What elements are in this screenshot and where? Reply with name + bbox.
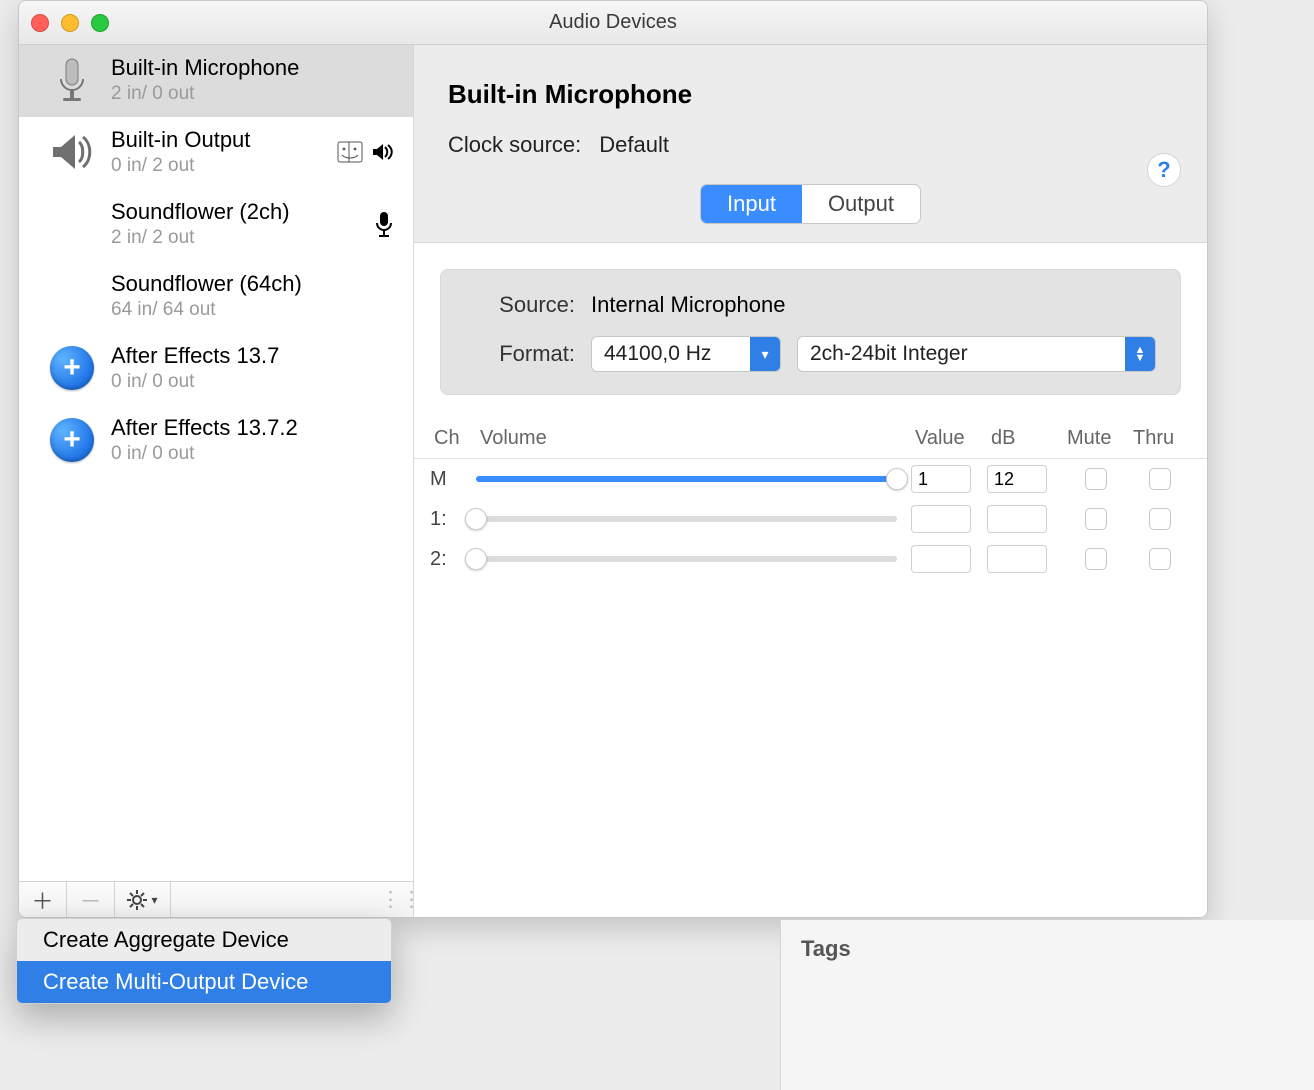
menu-create-aggregate[interactable]: Create Aggregate Device <box>17 919 391 961</box>
device-item-soundflower-2ch[interactable]: Soundflower (2ch) 2 in/ 2 out <box>19 189 413 261</box>
microphone-icon <box>47 55 97 105</box>
device-item-soundflower-64ch[interactable]: Soundflower (64ch) 64 in/ 64 out <box>19 261 413 333</box>
device-sidebar: Built-in Microphone 2 in/ 0 out Built-in… <box>19 45 414 917</box>
device-io: 0 in/ 0 out <box>111 443 399 465</box>
device-item-built-in-output[interactable]: Built-in Output 0 in/ 2 out <box>19 117 413 189</box>
chevron-down-icon: ▾ <box>151 893 157 907</box>
device-name: After Effects 13.7 <box>111 343 399 369</box>
col-thru: Thru <box>1129 425 1191 452</box>
col-value: Value <box>911 425 987 452</box>
volume-table-header: Ch Volume Value dB Mute Thru <box>414 419 1207 459</box>
volume-slider[interactable] <box>476 466 897 492</box>
audio-devices-window: Audio Devices Built-in Microphone <box>18 0 1208 918</box>
value-input[interactable] <box>911 545 971 573</box>
format-panel: Source: Internal Microphone Format: 4410… <box>440 269 1181 395</box>
channel-label: M <box>430 468 476 491</box>
col-db: dB <box>987 425 1063 452</box>
window-body: Built-in Microphone 2 in/ 0 out Built-in… <box>19 45 1207 917</box>
stepper-arrows-icon: ▲▼ <box>1125 337 1155 371</box>
clock-source-label: Clock source: <box>448 132 581 158</box>
titlebar[interactable]: Audio Devices <box>19 1 1207 45</box>
finder-system-icon <box>337 141 363 163</box>
col-ch: Ch <box>430 425 476 452</box>
blank-icon <box>47 271 97 321</box>
add-device-button[interactable]: ＋ <box>19 882 67 917</box>
tags-panel: Tags <box>780 920 1314 1090</box>
col-mute: Mute <box>1063 425 1129 452</box>
tab-input[interactable]: Input <box>701 185 802 223</box>
help-button[interactable]: ? <box>1147 153 1181 187</box>
device-list: Built-in Microphone 2 in/ 0 out Built-in… <box>19 45 413 881</box>
device-item-ae-1372[interactable]: + After Effects 13.7.2 0 in/ 0 out <box>19 405 413 477</box>
col-volume: Volume <box>476 425 911 452</box>
sample-rate-select[interactable]: 44100,0 Hz ▾ <box>591 336 781 372</box>
device-io: 0 in/ 2 out <box>111 155 323 177</box>
volume-row-2: 2: <box>414 539 1207 579</box>
volume-slider[interactable] <box>476 506 897 532</box>
device-name: Soundflower (64ch) <box>111 271 399 297</box>
gear-menu-button[interactable]: ▾ <box>115 882 171 917</box>
format-label: Format: <box>465 341 575 367</box>
detail-body: Source: Internal Microphone Format: 4410… <box>414 242 1207 917</box>
device-name: Built-in Output <box>111 127 323 153</box>
device-io: 0 in/ 0 out <box>111 371 399 393</box>
menu-create-multi-output[interactable]: Create Multi-Output Device <box>17 961 391 1003</box>
db-input[interactable] <box>987 545 1047 573</box>
bit-format-value: 2ch-24bit Integer <box>798 342 1125 366</box>
volume-table: Ch Volume Value dB Mute Thru M <box>414 419 1207 579</box>
mute-checkbox[interactable] <box>1085 548 1107 570</box>
window-title: Audio Devices <box>19 11 1207 34</box>
device-item-built-in-microphone[interactable]: Built-in Microphone 2 in/ 0 out <box>19 45 413 117</box>
thru-checkbox[interactable] <box>1149 468 1171 490</box>
speaker-icon <box>47 127 97 177</box>
io-tab-segmented: Input Output <box>700 184 921 224</box>
value-input[interactable] <box>911 465 971 493</box>
sample-rate-value: 44100,0 Hz <box>592 342 750 366</box>
speaker-output-icon <box>371 142 393 162</box>
device-io: 2 in/ 0 out <box>111 83 399 105</box>
aggregate-plus-icon: + <box>47 415 97 465</box>
detail-device-name: Built-in Microphone <box>448 79 1173 110</box>
value-input[interactable] <box>911 505 971 533</box>
detail-pane: Built-in Microphone Clock source: Defaul… <box>414 45 1207 917</box>
mute-checkbox[interactable] <box>1085 468 1107 490</box>
device-item-ae-137[interactable]: + After Effects 13.7 0 in/ 0 out <box>19 333 413 405</box>
device-name: After Effects 13.7.2 <box>111 415 399 441</box>
bit-format-select[interactable]: 2ch-24bit Integer ▲▼ <box>797 336 1156 372</box>
chevron-down-icon: ▾ <box>750 337 780 371</box>
volume-slider[interactable] <box>476 546 897 572</box>
device-io: 2 in/ 2 out <box>111 227 361 249</box>
aggregate-plus-icon: + <box>47 343 97 393</box>
volume-row-master: M <box>414 459 1207 499</box>
source-label: Source: <box>465 292 575 318</box>
volume-row-1: 1: <box>414 499 1207 539</box>
resize-grip-icon[interactable]: ⋮⋮ <box>389 882 413 917</box>
device-io: 64 in/ 64 out <box>111 299 399 321</box>
device-name: Built-in Microphone <box>111 55 399 81</box>
sidebar-footer: ＋ － ▾ ⋮⋮ <box>19 881 413 917</box>
device-name: Soundflower (2ch) <box>111 199 361 225</box>
mute-checkbox[interactable] <box>1085 508 1107 530</box>
db-input[interactable] <box>987 465 1047 493</box>
tab-output[interactable]: Output <box>802 185 920 223</box>
blank-icon <box>47 199 97 249</box>
microphone-input-icon <box>375 211 393 237</box>
source-value[interactable]: Internal Microphone <box>591 292 785 318</box>
add-device-menu: Create Aggregate Device Create Multi-Out… <box>16 918 392 1004</box>
remove-device-button[interactable]: － <box>67 882 115 917</box>
clock-source-value[interactable]: Default <box>599 132 669 158</box>
thru-checkbox[interactable] <box>1149 548 1171 570</box>
tags-title: Tags <box>801 936 1294 962</box>
db-input[interactable] <box>987 505 1047 533</box>
thru-checkbox[interactable] <box>1149 508 1171 530</box>
